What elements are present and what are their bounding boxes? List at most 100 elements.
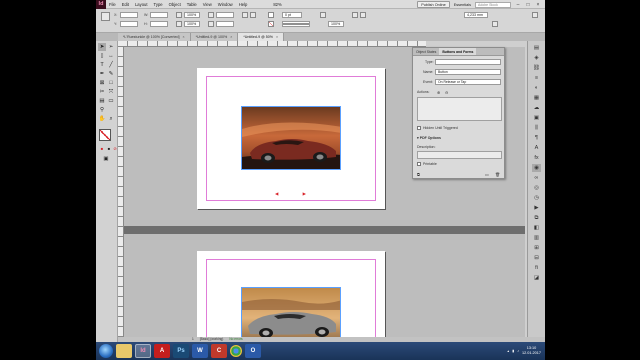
rotate-cw-icon[interactable] xyxy=(250,12,256,18)
hand-tool-icon[interactable]: ✋ xyxy=(98,115,106,123)
effects-icon[interactable]: fx xyxy=(532,154,541,162)
printable-checkbox[interactable]: Printable xyxy=(417,162,437,167)
menu-table[interactable]: Table xyxy=(184,2,200,7)
paragraph-styles-icon[interactable]: ¶ xyxy=(532,134,541,142)
reference-point-icon[interactable] xyxy=(101,12,110,21)
close-icon[interactable]: × xyxy=(535,2,541,8)
minimize-icon[interactable]: – xyxy=(515,2,521,8)
text-wrap-icon[interactable] xyxy=(352,12,358,18)
scale-x-icon[interactable] xyxy=(176,12,182,18)
close-icon[interactable]: × xyxy=(182,33,184,41)
rectangle-frame-tool-icon[interactable]: ⊠ xyxy=(98,79,106,87)
actions-list[interactable] xyxy=(417,97,502,121)
size-field[interactable]: 4,233 mm xyxy=(464,12,488,18)
fill-swatch-icon[interactable] xyxy=(268,12,274,18)
note-tool-icon[interactable]: ▭ xyxy=(107,97,115,105)
taskbar-app-acrobat[interactable]: A xyxy=(154,344,170,358)
cc-libraries-icon[interactable]: ☁ xyxy=(532,104,541,112)
hyperlinks-icon[interactable]: ∞ xyxy=(532,174,541,182)
rotate-field[interactable] xyxy=(216,12,234,18)
page-1[interactable] xyxy=(197,68,385,209)
layers-icon[interactable]: ◈ xyxy=(532,54,541,62)
w-field[interactable] xyxy=(150,12,168,18)
next-page-button[interactable] xyxy=(301,192,306,196)
stroke-type-field[interactable] xyxy=(282,21,310,27)
menu-help[interactable]: Help xyxy=(236,2,251,7)
pen-tool-icon[interactable]: ✒ xyxy=(98,70,106,78)
panel-menu-icon[interactable] xyxy=(532,12,538,18)
align-icon[interactable]: ⫼ xyxy=(532,124,541,132)
rotate-icon[interactable] xyxy=(208,12,214,18)
pencil-tool-icon[interactable]: ✎ xyxy=(107,70,115,78)
selection-tool-icon[interactable]: ➤ xyxy=(98,43,106,51)
preview-icon[interactable]: ▭ xyxy=(485,172,489,177)
fitting-icon[interactable] xyxy=(492,21,498,27)
scissors-tool-icon[interactable]: ✂ xyxy=(98,88,106,96)
taskbar-app-photoshop[interactable]: Ps xyxy=(173,344,189,358)
name-field[interactable]: Button xyxy=(435,69,501,75)
close-icon[interactable]: × xyxy=(230,33,232,41)
x-field[interactable] xyxy=(120,12,138,18)
table-styles-icon[interactable]: ⊟ xyxy=(532,254,541,262)
line-tool-icon[interactable]: ╱ xyxy=(107,61,115,69)
taskbar-app-o[interactable]: O xyxy=(245,344,261,358)
media-icon[interactable]: ▶ xyxy=(532,204,541,212)
car-image-frame-2[interactable] xyxy=(241,287,341,342)
scale-x-field[interactable]: 100% xyxy=(184,12,200,18)
tray-arrow-icon[interactable]: ▴ xyxy=(507,349,509,353)
menu-view[interactable]: View xyxy=(200,2,215,7)
object-styles-icon[interactable]: ◪ xyxy=(532,274,541,282)
taskbar-app-word[interactable]: W xyxy=(192,344,208,358)
taskbar-app-explorer[interactable] xyxy=(116,344,132,358)
volume-icon[interactable]: ♪ xyxy=(517,349,519,353)
add-action-icon[interactable]: ⊕ xyxy=(437,90,440,95)
hidden-until-triggered-checkbox[interactable]: Hidden Until Triggered xyxy=(417,126,458,131)
page-2[interactable] xyxy=(197,251,385,342)
view-mode-icon[interactable]: ▣ xyxy=(102,155,110,163)
clock[interactable]: 13:10 12.01.2017 xyxy=(522,346,541,356)
menu-edit[interactable]: Edit xyxy=(119,2,132,7)
stroke-swatch-icon[interactable] xyxy=(268,21,274,27)
close-icon[interactable]: × xyxy=(276,33,278,41)
stock-search-input[interactable]: Adobe Stock xyxy=(475,1,511,8)
gap-tool-icon[interactable]: ↔ xyxy=(107,52,115,60)
workspace-switcher[interactable]: Essentials xyxy=(454,3,471,7)
start-button[interactable] xyxy=(99,344,113,358)
shear-icon[interactable] xyxy=(208,21,214,27)
menu-type[interactable]: Type xyxy=(151,2,166,7)
swatches-icon[interactable]: ▦ xyxy=(532,94,541,102)
align-icon[interactable] xyxy=(360,12,366,18)
gradient-icon[interactable]: ▥ xyxy=(532,234,541,242)
tab-buttons-and-forms[interactable]: Buttons and Forms xyxy=(439,48,477,55)
tab-document-1[interactable]: *L'Ruestunkle @ 100% [Converted] × xyxy=(118,33,191,41)
remove-action-icon[interactable]: ⊖ xyxy=(445,90,448,95)
tab-document-2[interactable]: *Untitled-9 @ 100% × xyxy=(190,33,239,41)
type-tool-icon[interactable]: T xyxy=(98,61,106,69)
delete-icon[interactable]: 🗑 xyxy=(495,172,500,177)
zoom-level[interactable]: 82% xyxy=(270,2,284,7)
maximize-icon[interactable]: □ xyxy=(525,2,531,8)
timing-icon[interactable]: ◷ xyxy=(532,194,541,202)
cell-styles-icon[interactable]: ⊞ xyxy=(532,244,541,252)
car-image-frame-1[interactable] xyxy=(241,106,341,170)
animation-icon[interactable]: ◎ xyxy=(532,184,541,192)
menu-file[interactable]: File xyxy=(106,2,119,7)
y-field[interactable] xyxy=(120,21,138,27)
zoom-tool-icon[interactable]: ⌕ xyxy=(107,115,115,123)
publish-online-button[interactable]: Publish Online xyxy=(417,1,450,8)
previous-page-button[interactable] xyxy=(275,192,280,196)
type-dropdown[interactable] xyxy=(435,59,501,65)
h-field[interactable] xyxy=(150,21,168,27)
menu-window[interactable]: Window xyxy=(215,2,236,7)
stroke-icon[interactable]: ≡ xyxy=(532,74,541,82)
taskbar-app-c[interactable]: C xyxy=(211,344,227,358)
effects-icon[interactable] xyxy=(320,12,326,18)
scale-y-icon[interactable] xyxy=(176,21,182,27)
fill-stroke-icon[interactable] xyxy=(99,129,111,141)
menu-layout[interactable]: Layout xyxy=(132,2,151,7)
color-icon[interactable]: ◐ xyxy=(532,84,541,92)
tab-object-states[interactable]: Object States xyxy=(413,48,439,55)
convert-icon[interactable]: ⧉ xyxy=(417,172,420,177)
direct-selection-tool-icon[interactable]: ➢ xyxy=(107,43,115,51)
pdf-options-header[interactable]: ▾ PDF Options xyxy=(417,136,441,140)
